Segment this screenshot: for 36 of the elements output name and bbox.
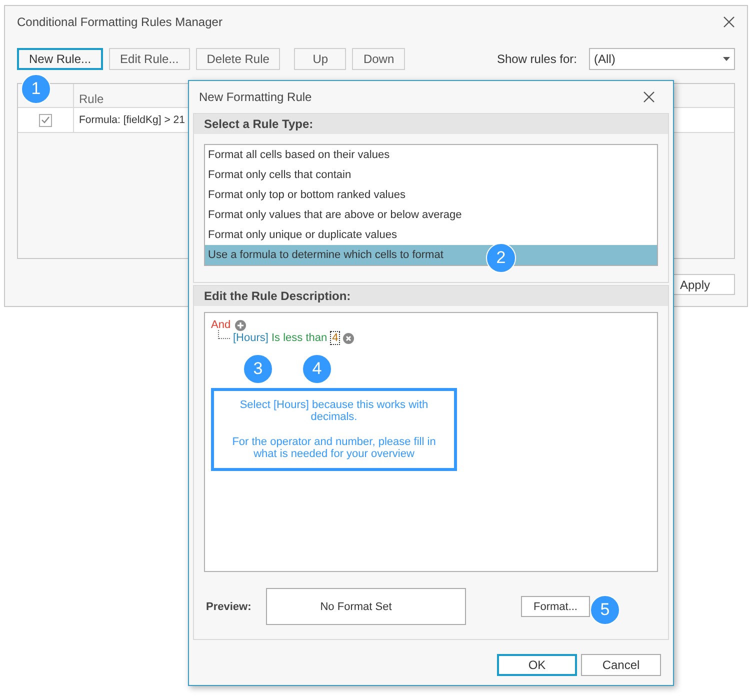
toolbar-button[interactable]: Delete Rule bbox=[196, 48, 280, 70]
add-icon[interactable] bbox=[234, 320, 246, 330]
close-icon[interactable] bbox=[723, 16, 735, 28]
show-rules-label: Show rules for: bbox=[496, 52, 577, 66]
preview-label: Preview: bbox=[206, 600, 252, 612]
toolbar-button[interactable]: Down bbox=[352, 48, 406, 70]
condition-value[interactable]: 4 bbox=[330, 331, 340, 345]
note-text: For the operator and number, please fill in what is needed for your overview bbox=[231, 436, 437, 460]
apply-button[interactable]: Apply bbox=[671, 274, 735, 295]
column-header: Rule bbox=[78, 91, 104, 107]
rule-cell-text: Formula: [fieldKg] > 21 bbox=[78, 114, 185, 126]
rule-type-item[interactable]: Format only values that are above or below average bbox=[205, 205, 657, 225]
section-heading: Edit the Rule Description: bbox=[194, 286, 668, 306]
close-icon[interactable] bbox=[643, 91, 655, 103]
row-checkbox[interactable] bbox=[39, 114, 52, 126]
window-title: Conditional Formatting Rules Manager bbox=[17, 15, 222, 29]
dialog-title: New Formatting Rule bbox=[199, 90, 312, 104]
rule-type-item[interactable]: Format only cells that contain bbox=[205, 165, 657, 185]
toolbar-button[interactable]: Up bbox=[294, 48, 346, 70]
dialog-button[interactable]: Cancel bbox=[581, 654, 661, 676]
show-rules-select[interactable]: (All) bbox=[589, 48, 735, 70]
toolbar-button[interactable]: New Rule... bbox=[17, 48, 104, 70]
rule-type-item[interactable]: Format only top or bottom ranked values bbox=[205, 185, 657, 205]
remove-icon[interactable] bbox=[343, 332, 354, 344]
preview-text: No Format Set bbox=[320, 600, 392, 612]
condition-field[interactable]: [Hours] bbox=[233, 332, 268, 344]
rule-type-item[interactable]: Format all cells based on their values bbox=[205, 145, 657, 165]
format-button[interactable]: Format... bbox=[521, 596, 590, 617]
note-text: Select [Hours] because this works with decimals. bbox=[238, 399, 430, 423]
rule-type-item[interactable]: Format only unique or duplicate values bbox=[205, 225, 657, 245]
dropdown-arrow-icon bbox=[723, 57, 730, 61]
toolbar-button[interactable]: Edit Rule... bbox=[109, 48, 190, 70]
group-operator[interactable]: And bbox=[211, 319, 231, 331]
dialog-button[interactable]: OK bbox=[497, 654, 577, 676]
condition-operator[interactable]: Is less than bbox=[271, 332, 328, 344]
section-heading: Select a Rule Type: bbox=[194, 114, 668, 134]
